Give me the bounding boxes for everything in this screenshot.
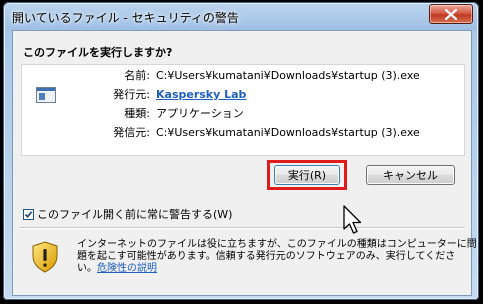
run-button[interactable]: 実行(R) xyxy=(274,165,340,185)
title-bar[interactable]: 開いているファイル - セキュリティの警告 xyxy=(3,2,479,30)
warning-line-2: 題を起こす可能性があります。信頼する発行元のソフトウェアのみ、実行してくださ xyxy=(77,251,456,262)
cancel-button[interactable]: キャンセル xyxy=(366,165,455,185)
publisher-label: 発行元: xyxy=(113,88,150,101)
file-type-value: アプリケーション xyxy=(156,107,244,120)
checkmark-icon xyxy=(24,210,33,218)
warning-line-3-prefix: い。 xyxy=(77,263,97,274)
warning-message: インターネットのファイルは役に立ちますが、このファイルの種類はコンピューターに問… xyxy=(77,239,477,275)
always-warn-label[interactable]: このファイル開く前に常に警告する(W) xyxy=(37,206,232,222)
file-type-label: 種類: xyxy=(124,107,150,120)
warning-line-1: インターネットのファイルは役に立ちますが、このファイルの種類はコンピューターに問 xyxy=(77,239,477,250)
publisher-row: 発行元: Kaspersky Lab xyxy=(102,86,420,105)
risk-explanation-link[interactable]: 危険性の説明 xyxy=(97,263,157,274)
dialog-question: このファイルを実行しますか? xyxy=(23,46,173,59)
mouse-cursor-icon xyxy=(343,205,362,234)
warning-line-3: い。危険性の説明 xyxy=(77,263,469,275)
publisher-link[interactable]: Kaspersky Lab xyxy=(156,88,246,101)
file-name-row: 名前: C:¥Users¥kumatani¥Downloads¥startup … xyxy=(102,67,420,86)
source-row: 発信元: C:¥Users¥kumatani¥Downloads¥startup… xyxy=(102,124,420,143)
file-name-value: C:¥Users¥kumatani¥Downloads¥startup (3).… xyxy=(156,69,420,82)
dialog-content: このファイルを実行しますか? 名前: C:¥Users¥kumatani¥Dow… xyxy=(12,30,477,296)
shield-warning-icon xyxy=(32,241,58,273)
always-warn-checkbox[interactable] xyxy=(23,208,34,220)
close-button[interactable] xyxy=(429,4,473,24)
close-icon xyxy=(445,9,457,20)
source-value: C:¥Users¥kumatani¥Downloads¥startup (3).… xyxy=(156,126,420,139)
file-info-panel: 名前: C:¥Users¥kumatani¥Downloads¥startup … xyxy=(21,64,465,156)
always-warn-option[interactable]: このファイル開く前に常に警告する(W) xyxy=(23,206,232,222)
separator xyxy=(19,227,465,229)
window-title: 開いているファイル - セキュリティの警告 xyxy=(12,11,239,25)
application-icon xyxy=(36,87,56,103)
file-type-row: 種類: アプリケーション xyxy=(102,105,420,124)
security-warning-dialog: 開いているファイル - セキュリティの警告 このファイルを実行しますか? 名前:… xyxy=(3,2,479,300)
source-label: 発信元: xyxy=(113,126,150,139)
file-name-label: 名前: xyxy=(124,69,150,82)
file-info-rows: 名前: C:¥Users¥kumatani¥Downloads¥startup … xyxy=(102,67,420,143)
